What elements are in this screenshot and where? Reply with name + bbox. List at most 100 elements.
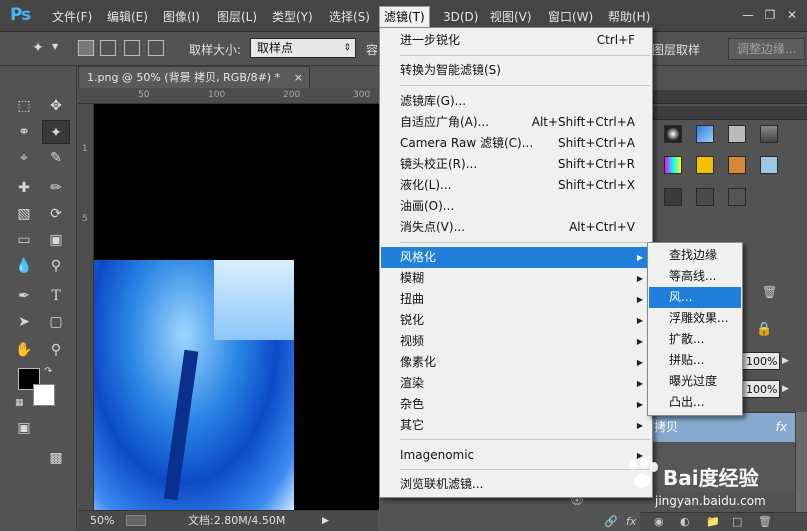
filter-camera-raw[interactable]: Camera Raw 滤镜(C)... Shift+Ctrl+A [381,133,651,154]
status-menu-arrow-icon[interactable]: ▶ [322,511,329,531]
marquee-tool-icon[interactable]: ⬚ [10,94,38,118]
layer-fx-label[interactable]: fx [776,413,787,441]
stylize-extrude[interactable]: 凸出... [649,392,741,413]
default-colors-icon[interactable]: ▦ [15,398,24,408]
rectangle-tool-icon[interactable]: ▢ [42,310,70,334]
fill-field[interactable]: 100% [742,380,780,398]
pen-tool-icon[interactable]: ✒ [10,284,38,308]
restore-icon[interactable]: ❐ [762,7,778,23]
background-color-swatch[interactable] [33,384,55,406]
filter-last-filter[interactable]: 进一步锐化 Ctrl+F [381,30,651,51]
lasso-tool-icon[interactable]: ⚭ [10,120,38,144]
style-swatch[interactable] [760,156,778,174]
clone-stamp-icon[interactable]: ▧ [10,202,38,226]
filter-liquify[interactable]: 液化(L)... Shift+Ctrl+X [381,175,651,196]
status-preview-icon[interactable] [126,515,146,526]
filter-other[interactable]: 其它 ▶ [381,415,651,436]
filter-imagenomic[interactable]: Imagenomic ▶ [381,445,651,466]
style-swatch[interactable] [760,125,778,143]
filter-blur[interactable]: 模糊 ▶ [381,268,651,289]
preset-arrow-icon[interactable]: ▼ [52,42,58,51]
stylize-tiles[interactable]: 拼贴... [649,350,741,371]
healing-brush-icon[interactable]: ✚ [10,176,38,200]
zoom-tool-icon[interactable]: ⚲ [42,338,70,362]
brush-tool-icon[interactable]: ✏ [42,176,70,200]
style-swatch[interactable] [664,156,682,174]
style-swatch[interactable] [664,188,682,206]
style-swatch[interactable] [696,188,714,206]
sample-all-layers-label[interactable]: 图层取样 [652,41,700,58]
path-selection-icon[interactable]: ➤ [10,310,38,334]
menu-window[interactable]: 窗口(W) [544,8,597,26]
stylize-solarize[interactable]: 曝光过度 [649,371,741,392]
history-brush-icon[interactable]: ⟳ [42,202,70,226]
magic-wand-preset-icon[interactable]: ✦ [24,36,52,60]
layer-row-active[interactable]: 拷贝 fx [640,412,795,442]
eyedropper-tool-icon[interactable]: ✎ [42,146,70,170]
menu-select[interactable]: 选择(S) [325,8,374,26]
menu-view[interactable]: 视图(V) [486,8,536,26]
magic-wand-tool-icon[interactable]: ✦ [42,120,70,144]
menu-type[interactable]: 类型(Y) [268,8,317,26]
style-swatch[interactable] [664,125,682,143]
gradient-tool-icon[interactable]: ▣ [42,228,70,252]
eraser-tool-icon[interactable]: ▭ [10,228,38,252]
crop-tool-icon[interactable]: ⌖ [10,146,38,170]
close-window-icon[interactable]: ✕ [784,7,800,23]
stylize-diffuse[interactable]: 扩散... [649,329,741,350]
stylize-wind[interactable]: 风... [649,287,741,308]
add-selection-icon[interactable] [100,40,116,56]
stylize-contour[interactable]: 等高线... [649,266,741,287]
style-swatch[interactable] [728,188,746,206]
menu-layer[interactable]: 图层(L) [213,8,261,26]
style-swatch[interactable] [728,156,746,174]
sample-size-select[interactable]: 取样点 ⇕ [250,38,356,58]
lock-icon[interactable]: 🔒 [756,322,772,337]
filter-stylize[interactable]: 风格化 ▶ [381,247,651,268]
screen-mode-icon[interactable]: ▩ [42,446,70,470]
filter-gallery[interactable]: 滤镜库(G)... [381,91,651,112]
style-swatch[interactable] [696,156,714,174]
zoom-level[interactable]: 50% [90,511,114,531]
style-swatch[interactable] [728,125,746,143]
intersect-selection-icon[interactable] [148,40,164,56]
document-tab[interactable]: 1.png @ 50% (背景 拷贝, RGB/8#) * × [78,66,310,88]
opacity-field[interactable]: 100% [742,352,780,370]
fill-arrow-icon[interactable]: ▶ [782,380,792,398]
menu-filter[interactable]: 滤镜(T) [379,6,430,28]
filter-sharpen[interactable]: 锐化 ▶ [381,310,651,331]
document-canvas[interactable] [94,104,379,510]
type-tool-icon[interactable]: T [42,284,70,308]
menu-3d[interactable]: 3D(D) [439,8,482,26]
filter-oil-paint[interactable]: 油画(O)... [381,196,651,217]
close-document-icon[interactable]: × [294,67,303,88]
filter-video[interactable]: 视频 ▶ [381,331,651,352]
style-swatch[interactable] [696,125,714,143]
subtract-selection-icon[interactable] [124,40,140,56]
filter-pixelate[interactable]: 像素化 ▶ [381,352,651,373]
refine-edge-button[interactable]: 调整边缘... [728,38,806,60]
filter-lens-correction[interactable]: 镜头校正(R)... Shift+Ctrl+R [381,154,651,175]
filter-distort[interactable]: 扭曲 ▶ [381,289,651,310]
menu-edit[interactable]: 编辑(E) [103,8,152,26]
filter-convert-smart[interactable]: 转换为智能滤镜(S) [381,60,651,81]
swap-colors-icon[interactable]: ↷ [44,366,52,377]
minimize-icon[interactable]: — [740,7,756,23]
hand-tool-icon[interactable]: ✋ [10,338,38,362]
filter-adaptive-wide-angle[interactable]: 自适应广角(A)... Alt+Shift+Ctrl+A [381,112,651,133]
filter-vanishing-point[interactable]: 消失点(V)... Alt+Ctrl+V [381,217,651,238]
filter-noise[interactable]: 杂色 ▶ [381,394,651,415]
menu-image[interactable]: 图像(I) [159,8,204,26]
dodge-tool-icon[interactable]: ⚲ [42,254,70,278]
new-selection-icon[interactable] [78,40,94,56]
filter-render[interactable]: 渲染 ▶ [381,373,651,394]
move-tool-icon[interactable]: ✥ [42,94,70,118]
delete-style-icon[interactable]: 🗑 [762,285,777,299]
menu-file[interactable]: 文件(F) [48,8,96,26]
stylize-find-edges[interactable]: 查找边缘 [649,245,741,266]
stylize-emboss[interactable]: 浮雕效果... [649,308,741,329]
blur-tool-icon[interactable]: 💧 [10,254,38,278]
menu-help[interactable]: 帮助(H) [604,8,654,26]
quick-mask-icon[interactable]: ▣ [10,416,38,440]
opacity-arrow-icon[interactable]: ▶ [782,352,792,370]
